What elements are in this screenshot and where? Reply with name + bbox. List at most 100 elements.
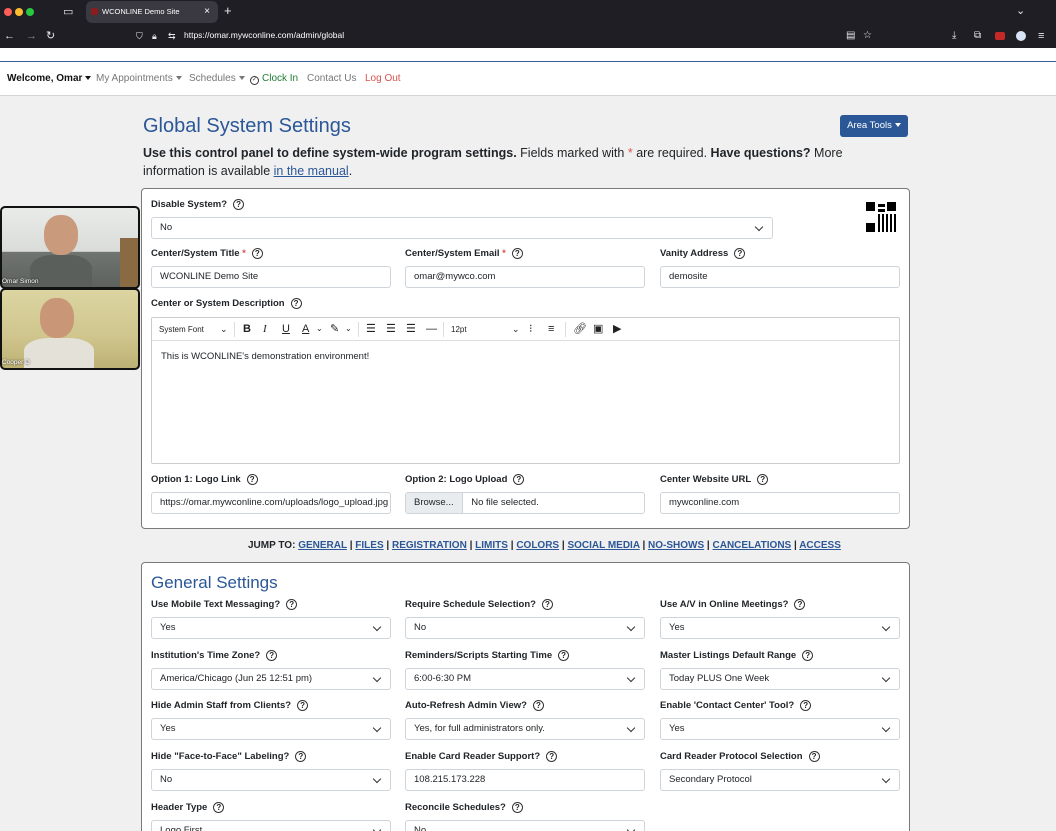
disable-system-select[interactable]: No (151, 217, 773, 239)
appointments-menu[interactable]: My Appointments (96, 73, 182, 84)
forward-icon[interactable]: → (26, 30, 37, 42)
require-schedule-selection-select[interactable]: No (405, 617, 645, 639)
help-icon[interactable]: ? (802, 650, 814, 661)
hide-face-to-face-labeling-select[interactable]: No (151, 769, 391, 791)
help-icon[interactable]: ? (511, 802, 523, 813)
image-icon[interactable]: ▣ (593, 323, 603, 335)
chevron-down-icon[interactable]: ⌄ (345, 323, 352, 335)
reminders-scripts-starting-time-select[interactable]: 6:00-6:30 PM (405, 668, 645, 690)
help-icon[interactable]: ? (246, 474, 258, 485)
downloads-icon[interactable]: ⤓ (952, 30, 956, 42)
highlight-icon[interactable]: ✎ (330, 323, 339, 335)
use-a-v-in-online-meetings-select[interactable]: Yes (660, 617, 900, 639)
hide-admin-staff-from-clients-select[interactable]: Yes (151, 718, 391, 740)
italic-icon[interactable]: I (263, 323, 267, 335)
jump-link-no-shows[interactable]: NO-SHOWS (648, 540, 704, 551)
tab-list-chevron-icon[interactable]: ⌄ (1016, 5, 1025, 17)
browse-button[interactable]: Browse... (406, 493, 463, 513)
extensions-icon[interactable]: ⧉ (974, 30, 981, 42)
numbered-list-icon[interactable]: ≡ (548, 323, 554, 335)
jump-link-general[interactable]: GENERAL (298, 540, 347, 551)
help-icon[interactable]: ? (266, 650, 278, 661)
shield-icon[interactable]: ⛉ (136, 30, 143, 42)
maximize-window-button[interactable] (26, 8, 34, 16)
help-icon[interactable]: ? (532, 700, 544, 711)
media-icon[interactable]: ▶ (613, 323, 621, 335)
logout-link[interactable]: Log Out (365, 73, 401, 84)
help-icon[interactable]: ? (297, 700, 309, 711)
help-icon[interactable]: ? (558, 650, 570, 661)
editor-content[interactable]: This is WCONLINE's demonstration environ… (161, 351, 369, 362)
back-icon[interactable]: ← (4, 30, 15, 42)
reader-view-icon[interactable]: ▤ (846, 30, 855, 42)
new-tab-icon[interactable]: + (224, 4, 232, 17)
bold-icon[interactable]: B (243, 323, 251, 335)
schedules-menu[interactable]: Schedules (189, 73, 245, 84)
help-icon[interactable]: ? (541, 599, 553, 610)
record-extension-icon[interactable] (995, 32, 1005, 40)
horizontal-rule-icon[interactable]: — (426, 323, 437, 335)
header-type-select[interactable]: Logo First (151, 820, 391, 831)
help-icon[interactable]: ? (233, 199, 245, 210)
area-tools-button[interactable]: Area Tools (840, 115, 908, 137)
help-icon[interactable]: ? (295, 751, 307, 762)
close-tab-icon[interactable]: × (204, 1, 210, 23)
url-bar[interactable]: https://omar.mywconline.com/admin/global (184, 30, 344, 40)
website-input[interactable]: mywconline.com (660, 492, 900, 514)
clock-in-link[interactable]: ✓ Clock In (250, 73, 298, 85)
master-listings-default-range-select[interactable]: Today PLUS One Week (660, 668, 900, 690)
jump-link-files[interactable]: FILES (355, 540, 383, 551)
jump-link-limits[interactable]: LIMITS (475, 540, 508, 551)
help-icon[interactable]: ? (251, 248, 263, 259)
text-color-icon[interactable]: A (302, 323, 309, 335)
jump-link-access[interactable]: ACCESS (799, 540, 841, 551)
menu-icon[interactable]: ≡ (1038, 30, 1044, 42)
jump-link-registration[interactable]: REGISTRATION (392, 540, 467, 551)
card-reader-protocol-selection-select[interactable]: Secondary Protocol (660, 769, 900, 791)
bookmark-star-icon[interactable]: ☆ (863, 30, 872, 42)
help-icon[interactable]: ? (290, 298, 302, 309)
help-icon[interactable]: ? (286, 599, 298, 610)
vanity-input[interactable]: demosite (660, 266, 900, 288)
lock-icon[interactable]: 🔒︎ (152, 30, 157, 42)
institution-s-time-zone-select[interactable]: America/Chicago (Jun 25 12:51 pm) (151, 668, 391, 690)
chevron-down-icon[interactable]: ⌄ (512, 323, 520, 335)
help-icon[interactable]: ? (734, 248, 746, 259)
account-avatar-icon[interactable] (1016, 31, 1026, 41)
contact-us-link[interactable]: Contact Us (307, 73, 356, 84)
logo-link-input[interactable]: https://omar.mywconline.com/uploads/logo… (151, 492, 391, 514)
use-mobile-text-messaging-select[interactable]: Yes (151, 617, 391, 639)
chevron-down-icon[interactable]: ⌄ (316, 323, 323, 335)
reload-icon[interactable]: ↻ (46, 30, 55, 42)
align-left-icon[interactable]: ☰ (366, 323, 376, 335)
bullet-list-icon[interactable]: ⁝ (529, 323, 533, 335)
help-icon[interactable]: ? (546, 751, 558, 762)
jump-link-cancelations[interactable]: CANCELATIONS (713, 540, 792, 551)
help-icon[interactable]: ? (213, 802, 225, 813)
permissions-icon[interactable]: ⇆ (168, 30, 176, 42)
auto-refresh-admin-view-select[interactable]: Yes, for full administrators only. (405, 718, 645, 740)
link-icon[interactable]: 🔗︎ (573, 323, 587, 335)
welcome-menu[interactable]: Welcome, Omar (7, 73, 92, 84)
jump-link-social-media[interactable]: SOCIAL MEDIA (567, 540, 639, 551)
close-window-button[interactable] (4, 8, 12, 16)
align-center-icon[interactable]: ☰ (386, 323, 396, 335)
help-icon[interactable]: ? (757, 474, 769, 485)
help-icon[interactable]: ? (800, 700, 812, 711)
help-icon[interactable]: ? (513, 474, 525, 485)
tab-overview-icon[interactable]: ▭ (63, 6, 73, 18)
font-size-select[interactable]: 12pt (451, 324, 467, 336)
help-icon[interactable]: ? (511, 248, 523, 259)
browser-tab[interactable]: WCONLINE Demo Site × (86, 1, 218, 23)
font-family-select[interactable]: System Font (159, 324, 204, 336)
enable-card-reader-support-input[interactable]: 108.215.173.228 (405, 769, 645, 791)
help-icon[interactable]: ? (794, 599, 806, 610)
minimize-window-button[interactable] (15, 8, 23, 16)
jump-link-colors[interactable]: COLORS (516, 540, 559, 551)
enable-contact-center-tool-select[interactable]: Yes (660, 718, 900, 740)
underline-icon[interactable]: U (282, 323, 290, 335)
chevron-down-icon[interactable]: ⌄ (220, 323, 228, 335)
align-right-icon[interactable]: ☰ (406, 323, 416, 335)
video-tile-1[interactable]: Omar Simon (0, 206, 140, 289)
title-input[interactable]: WCONLINE Demo Site (151, 266, 391, 288)
